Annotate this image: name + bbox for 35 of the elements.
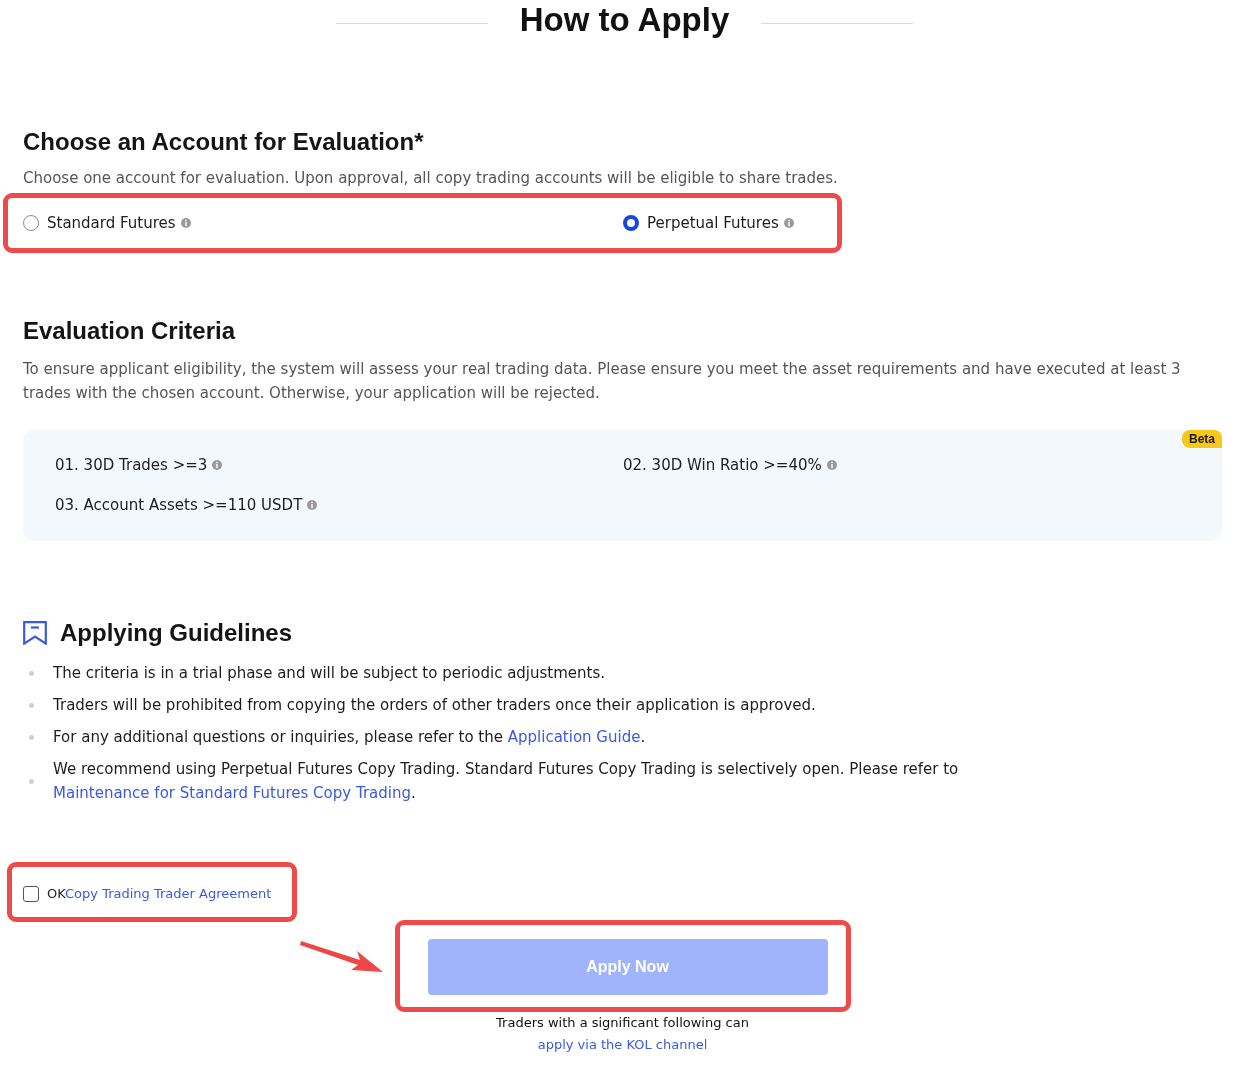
checkbox[interactable] bbox=[23, 885, 39, 902]
criteria-label: 03. Account Assets >=110 USDT bbox=[55, 495, 303, 516]
info-icon[interactable] bbox=[783, 218, 794, 228]
agreement-link[interactable]: Copy Trading Trader Agreement bbox=[65, 885, 272, 901]
section-heading: Evaluation Criteria bbox=[23, 316, 237, 346]
section-description: To ensure applicant eligibility, the system will assess your real trading data. Please ensure you meet the asset requirements and have executed at least 3 trades with the chosen account. Otherwise, your application will be rejected. bbox=[23, 359, 1182, 404]
section-description: Choose one account for evaluation. Upon approval, all copy trading accounts will be eligible to share trades. bbox=[23, 168, 839, 189]
section-heading: Choose an Account for Evaluation* bbox=[23, 127, 425, 157]
bullet-icon bbox=[29, 734, 34, 740]
option-label[interactable]: Perpetual Futures bbox=[647, 211, 779, 235]
info-icon[interactable] bbox=[826, 460, 837, 470]
criteria-label: 02. 30D Win Ratio >=40% bbox=[623, 455, 822, 476]
guideline-text: For any additional questions or inquiries, please refer to the Application Guide. bbox=[53, 727, 646, 748]
option-label[interactable]: Standard Futures bbox=[47, 211, 176, 235]
radio-button[interactable] bbox=[23, 215, 39, 231]
page-title: How to Apply bbox=[519, 0, 730, 40]
kol-link[interactable]: apply via the KOL channel bbox=[537, 1037, 708, 1052]
guideline-text: We recommend using Perpetual Futures Copy Trading. Standard Futures Copy Trading is selectively open. Please refer to Maintenance for Standard Futures Copy Trading. bbox=[53, 759, 960, 804]
criteria-label: 01. 30D Trades >=3 bbox=[55, 455, 208, 476]
beta-badge: Beta bbox=[1182, 430, 1222, 448]
radio-button[interactable] bbox=[623, 215, 639, 231]
bullet-icon bbox=[29, 702, 34, 708]
info-icon[interactable] bbox=[307, 500, 318, 510]
guideline-text: The criteria is in a trial phase and will be subject to periodic adjustments. bbox=[53, 663, 606, 684]
guideline-text: Traders will be prohibited from copying the orders of other traders once their application is approved. bbox=[53, 695, 816, 716]
info-icon[interactable] bbox=[180, 218, 191, 228]
bullet-icon bbox=[29, 778, 34, 784]
bullet-icon bbox=[29, 670, 34, 676]
section-heading: Applying Guidelines bbox=[60, 618, 293, 648]
footer-text: Traders with a significant following can apply via the KOL channel bbox=[495, 1014, 750, 1054]
bookmark-icon bbox=[23, 621, 47, 645]
guide-link[interactable]: Application Guide bbox=[507, 728, 641, 746]
info-icon[interactable] bbox=[212, 460, 223, 470]
guide-link[interactable]: Maintenance for Standard Futures Copy Trading bbox=[53, 784, 411, 802]
agreement-text: OKCopy Trading Trader Agreement bbox=[47, 884, 272, 903]
